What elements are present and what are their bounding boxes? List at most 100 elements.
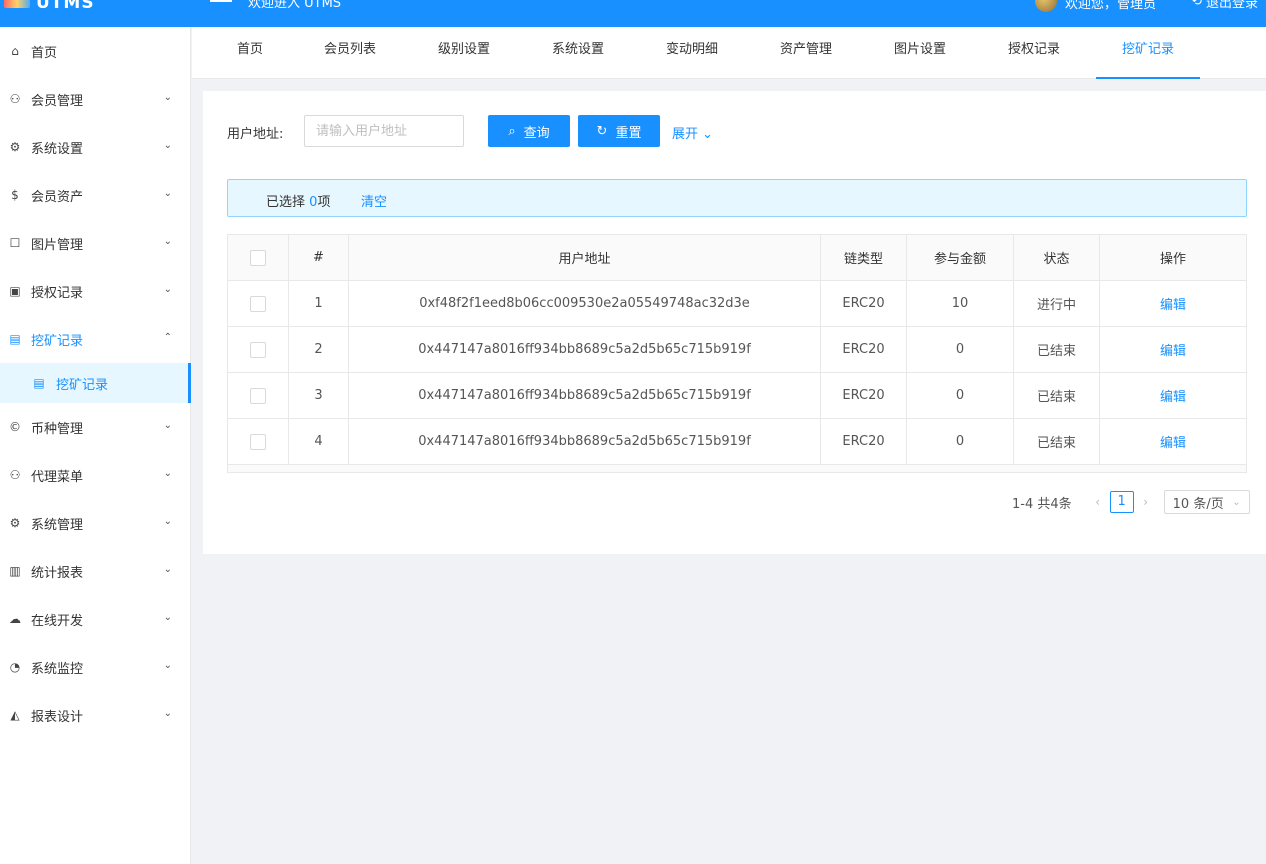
table-scrollbar-track[interactable]: [228, 465, 1246, 473]
sidebar-item-label: 系统监控: [31, 661, 84, 677]
copyright-icon: ©: [9, 420, 21, 434]
reset-button[interactable]: ↻ 重置: [578, 115, 660, 147]
logout-label: 退出登录: [1205, 0, 1258, 11]
next-page-icon[interactable]: ›: [1134, 495, 1158, 509]
sidebar-item-label: 挖矿记录: [56, 377, 109, 393]
sidebar-item-home[interactable]: ⌂ 首页: [0, 27, 190, 75]
expand-label: 展开: [672, 127, 699, 142]
chevron-down-icon: ⌄: [163, 420, 172, 431]
column-header-actions: 操作: [1159, 252, 1186, 267]
row-status: 已结束: [1014, 327, 1100, 372]
expand-filter-link[interactable]: 展开 ⌄: [672, 123, 713, 142]
bar-chart-icon: ▥: [9, 564, 21, 578]
tab-level-settings[interactable]: 级别设置: [426, 27, 502, 79]
sidebar-item-currency-management[interactable]: © 币种管理 ⌄: [0, 403, 190, 451]
sidebar-item-online-dev[interactable]: ☁ 在线开发 ⌄: [0, 595, 190, 643]
select-all-checkbox[interactable]: [250, 249, 266, 266]
tab-mining-records[interactable]: 挖矿记录: [1096, 27, 1200, 79]
row-status: 进行中: [1014, 281, 1100, 326]
avatar: [1034, 0, 1057, 12]
sidebar-item-image-management[interactable]: ☐ 图片管理 ⌄: [0, 219, 190, 267]
tab-system-settings[interactable]: 系统设置: [540, 27, 616, 79]
row-address: 0xf48f2f1eed8b06cc009530e2a05549748ac32d…: [349, 281, 821, 326]
row-chain-type: ERC20: [821, 327, 907, 372]
top-header: UTMS 欢迎进入 UTMS 欢迎您，管理员 ⟲ 退出登录: [0, 0, 1266, 27]
sidebar-item-agent-menu[interactable]: ⚇ 代理菜单 ⌄: [0, 451, 190, 499]
search-icon: ⌕: [508, 123, 516, 139]
table-row: 3 0x447147a8016ff934bb8689c5a2d5b65c715b…: [228, 373, 1246, 419]
main-card: 用户地址: ⌕ 查询 ↻ 重置 展开 ⌄ 已选择 0项 清空 # 用户地址 链类…: [203, 91, 1266, 554]
tab-image-settings[interactable]: 图片设置: [882, 27, 958, 79]
edit-link[interactable]: 编辑: [1160, 386, 1186, 405]
edit-link[interactable]: 编辑: [1160, 432, 1186, 451]
row-checkbox[interactable]: [250, 387, 266, 404]
sidebar-item-member-assets[interactable]: $ 会员资产 ⌄: [0, 171, 190, 219]
query-label: 查询: [523, 125, 550, 141]
logout-button[interactable]: ⟲ 退出登录: [1191, 0, 1258, 11]
menu-toggle-icon[interactable]: [210, 0, 232, 14]
address-search-input[interactable]: [304, 115, 464, 147]
chevron-up-icon: ⌃: [163, 332, 172, 343]
page-number-current[interactable]: 1: [1109, 491, 1134, 513]
row-checkbox[interactable]: [250, 341, 266, 358]
row-chain-type: ERC20: [821, 281, 907, 326]
selection-prefix: 已选择: [266, 195, 306, 210]
tab-asset-management[interactable]: 资产管理: [768, 27, 844, 79]
clear-selection-link[interactable]: 清空: [361, 191, 387, 210]
row-amount: 0: [907, 327, 1014, 372]
row-status: 已结束: [1014, 419, 1100, 464]
tab-change-details[interactable]: 变动明细: [654, 27, 730, 79]
page-size-select[interactable]: 10 条/页 ⌄: [1163, 490, 1250, 514]
user-icon: ⚇: [9, 468, 21, 482]
column-header-index: #: [289, 235, 349, 280]
chevron-down-icon: ⌄: [163, 660, 172, 671]
logo: UTMS: [4, 0, 95, 13]
prev-page-icon[interactable]: ‹: [1086, 495, 1110, 509]
edit-link[interactable]: 编辑: [1160, 340, 1186, 359]
chevron-down-icon: ⌄: [163, 188, 172, 199]
chevron-down-icon: ⌄: [163, 468, 172, 479]
chevron-down-icon: ⌄: [1232, 496, 1241, 508]
row-address: 0x447147a8016ff934bb8689c5a2d5b65c715b91…: [349, 327, 821, 372]
chevron-down-icon: ⌄: [702, 127, 714, 142]
tab-bar: 首页 会员列表 级别设置 系统设置 变动明细 资产管理 图片设置 授权记录 挖矿…: [192, 27, 1266, 79]
row-address: 0x447147a8016ff934bb8689c5a2d5b65c715b91…: [349, 419, 821, 464]
sidebar-item-report-design[interactable]: ◭ 报表设计 ⌄: [0, 691, 190, 739]
sidebar-subitem-mining-records[interactable]: ▤ 挖矿记录: [0, 363, 191, 403]
user-menu[interactable]: 欢迎您，管理员: [1034, 0, 1156, 12]
address-filter-label: 用户地址:: [227, 127, 284, 142]
sidebar-item-label: 会员管理: [31, 93, 84, 109]
row-checkbox[interactable]: [250, 295, 266, 312]
tab-home[interactable]: 首页: [214, 27, 286, 79]
sidebar-item-auth-records[interactable]: ▣ 授权记录 ⌄: [0, 267, 190, 315]
square-icon: ☐: [9, 236, 21, 250]
query-button[interactable]: ⌕ 查询: [488, 115, 570, 147]
row-checkbox-cell: [228, 281, 289, 326]
edit-link[interactable]: 编辑: [1160, 294, 1186, 313]
chevron-down-icon: ⌄: [163, 140, 172, 151]
chevron-down-icon: ⌄: [163, 708, 172, 719]
chevron-down-icon: ⌄: [163, 564, 172, 575]
sidebar-item-system-management[interactable]: ⚙ 系统管理 ⌄: [0, 499, 190, 547]
sidebar-item-mining-records[interactable]: ▤ 挖矿记录 ⌃: [0, 315, 190, 363]
chevron-down-icon: ⌄: [163, 284, 172, 295]
row-checkbox-cell: [228, 419, 289, 464]
selection-info: 已选择 0项: [266, 191, 330, 210]
column-header-chain-type: 链类型: [821, 235, 907, 280]
refresh-icon: ↻: [596, 123, 608, 139]
tab-member-list[interactable]: 会员列表: [312, 27, 388, 79]
tab-auth-records[interactable]: 授权记录: [996, 27, 1072, 79]
sidebar-item-statistics[interactable]: ▥ 统计报表 ⌄: [0, 547, 190, 595]
picture-icon: ▣: [9, 284, 21, 298]
row-chain-type: ERC20: [821, 373, 907, 418]
row-index: 4: [289, 419, 349, 464]
table-row: 4 0x447147a8016ff934bb8689c5a2d5b65c715b…: [228, 419, 1246, 465]
home-icon: ⌂: [11, 44, 19, 58]
sidebar-item-member-management[interactable]: ⚇ 会员管理 ⌄: [0, 75, 190, 123]
sidebar-item-label: 币种管理: [31, 421, 84, 437]
row-checkbox[interactable]: [250, 433, 266, 450]
sidebar-item-label: 首页: [31, 45, 58, 61]
sidebar-item-system-settings[interactable]: ⚙ 系统设置 ⌄: [0, 123, 190, 171]
sidebar-item-system-monitor[interactable]: ◔ 系统监控 ⌄: [0, 643, 190, 691]
row-actions: 编辑: [1100, 327, 1246, 372]
